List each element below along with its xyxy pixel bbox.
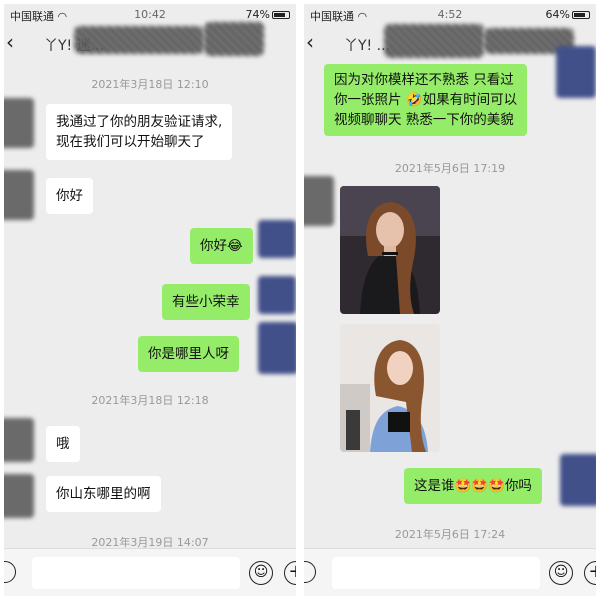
timestamp: 2021年3月18日 12:10 [91,78,209,91]
contact-avatar[interactable] [304,176,334,226]
chat-panel-left: 中国联通 ◠ 10:42 74% ‹ 丫Y! 迷... 2021年3月18日 1… [4,4,296,596]
message-input[interactable] [32,557,240,589]
message-bubble-outgoing[interactable]: 有些小荣幸 [162,284,250,320]
chat-panel-right: 中国联通 ◠ 4:52 64% ‹ 丫Y! ... 因为对你模样还不熟悉 只看过… [304,4,596,596]
contact-avatar[interactable] [4,98,34,148]
emoji-icon[interactable]: ☺ [549,561,573,585]
message-input[interactable] [332,557,540,589]
grinning-face-icon: 🤣 [405,92,423,108]
nav-bar: ‹ 丫Y! ... [304,24,596,60]
user-avatar[interactable] [560,454,596,506]
user-avatar[interactable] [258,220,296,258]
laughing-face-icon: 😂 [227,238,243,254]
battery-icon [572,11,590,19]
photo-woman-portrait-dark [340,186,440,314]
input-bar: ☺ + [304,548,596,596]
contact-avatar[interactable] [4,474,34,518]
input-bar: ☺ + [4,548,296,596]
photo-woman-portrait-light [340,324,440,452]
user-avatar[interactable] [556,46,596,98]
plus-icon[interactable]: + [284,561,296,585]
image-message[interactable] [340,186,440,314]
message-bubble-incoming[interactable]: 你好 [46,178,93,214]
message-bubble-incoming[interactable]: 我通过了你的朋友验证请求, 现在我们可以开始聊天了 [46,104,233,160]
timestamp: 2021年5月6日 17:19 [394,162,506,175]
message-bubble-outgoing[interactable]: 因为对你模样还不熟悉 只看过 你一张照片 🤣如果有时间可以 视频聊聊天 熟悉一下… [324,64,528,136]
message-bubble-outgoing[interactable]: 你好😂 [190,228,253,264]
voice-icon[interactable] [304,561,316,583]
star-struck-face-icon: 🤩🤩🤩 [454,478,505,494]
status-bar: 中国联通 ◠ 4:52 64% [304,4,596,26]
contact-avatar[interactable] [4,170,34,220]
back-icon[interactable]: ‹ [306,30,314,54]
redaction-scribble [204,22,264,56]
battery-icon [272,11,290,19]
back-icon[interactable]: ‹ [6,30,14,54]
redaction-scribble [384,24,484,58]
battery-indicator: 64% [546,8,590,21]
user-avatar[interactable] [258,322,296,374]
redaction-scribble [74,26,204,54]
message-bubble-outgoing[interactable]: 你是哪里人呀 [138,336,239,372]
message-bubble-incoming[interactable]: 你山东哪里的啊 [46,476,161,512]
emoji-icon[interactable]: ☺ [249,561,273,585]
timestamp: 2021年3月18日 12:18 [91,394,209,407]
voice-icon[interactable] [4,561,16,583]
message-bubble-incoming[interactable]: 哦 [46,426,80,462]
battery-indicator: 74% [246,8,290,21]
user-avatar[interactable] [258,276,296,314]
plus-icon[interactable]: + [584,561,596,585]
image-message[interactable] [340,324,440,452]
nav-bar: ‹ 丫Y! 迷... [4,22,296,60]
message-bubble-outgoing[interactable]: 这是谁🤩🤩🤩你吗 [404,468,542,504]
contact-avatar[interactable] [4,418,34,462]
timestamp: 2021年5月6日 17:24 [394,528,506,541]
